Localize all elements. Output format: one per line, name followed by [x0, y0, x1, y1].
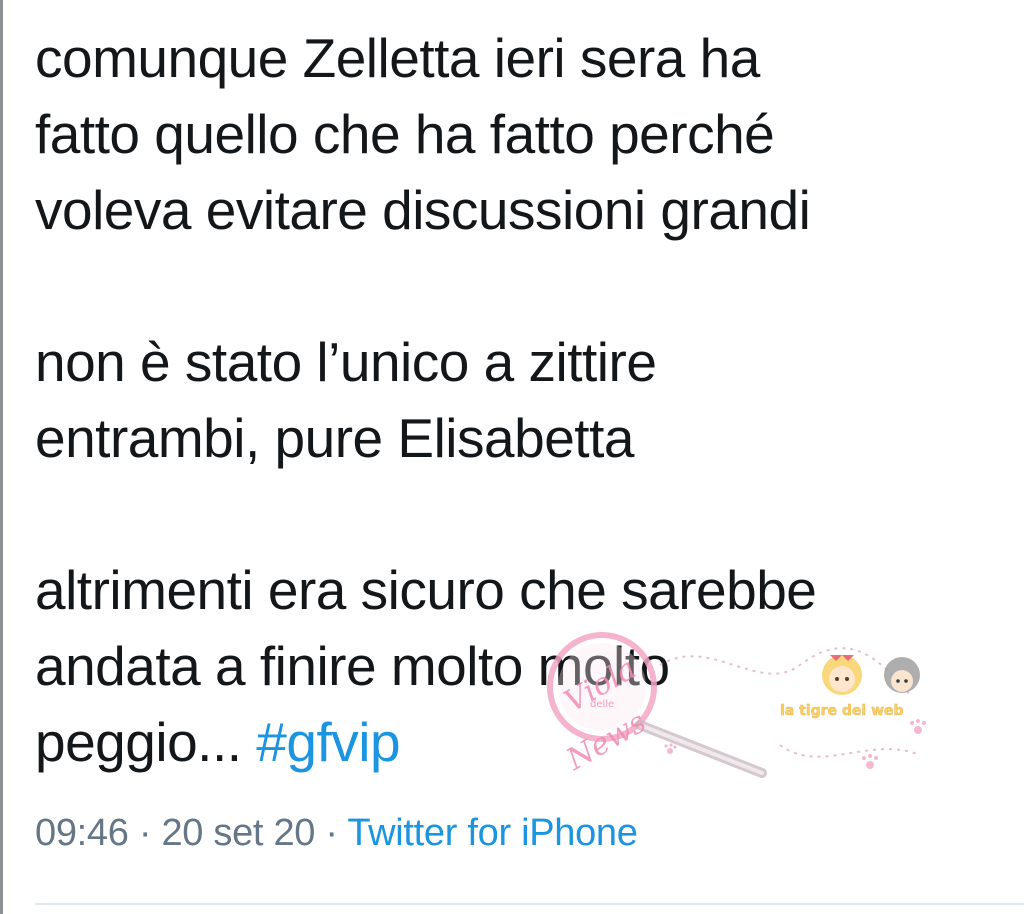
tweet-text-end: peggio... — [35, 711, 257, 773]
divider — [35, 903, 1024, 905]
meta-separator: · — [128, 812, 162, 854]
hashtag-link[interactable]: #gfvip — [256, 711, 400, 773]
tweet-date: 20 set 20 — [161, 812, 316, 854]
tweet-line: comunque Zelletta ieri sera ha — [35, 27, 760, 89]
tweet-metadata: 09:46 · 20 set 20 · Twitter for iPhone — [35, 812, 638, 855]
tweet-line: altrimenti era sicuro che sarebbe — [35, 559, 817, 621]
tweet-line: andata a finire molto molto — [35, 635, 670, 697]
tweet-line: voleva evitare discussioni grandi — [35, 179, 811, 241]
tweet-line: fatto quello che ha fatto perché — [35, 103, 775, 165]
tweet-line: non è stato l’unico a zittire — [35, 331, 657, 393]
left-edge-border — [0, 0, 3, 914]
meta-separator: · — [315, 812, 348, 854]
tweet-line-last: peggio... #gfvip — [35, 704, 995, 780]
tweet-body: comunque Zelletta ieri sera ha fatto que… — [35, 20, 995, 780]
tweet-detail-screen: comunque Zelletta ieri sera ha fatto que… — [0, 0, 1024, 914]
tweet-line: entrambi, pure Elisabetta — [35, 407, 634, 469]
tweet-source-link[interactable]: Twitter for iPhone — [347, 812, 638, 854]
tweet-time: 09:46 — [35, 812, 129, 854]
